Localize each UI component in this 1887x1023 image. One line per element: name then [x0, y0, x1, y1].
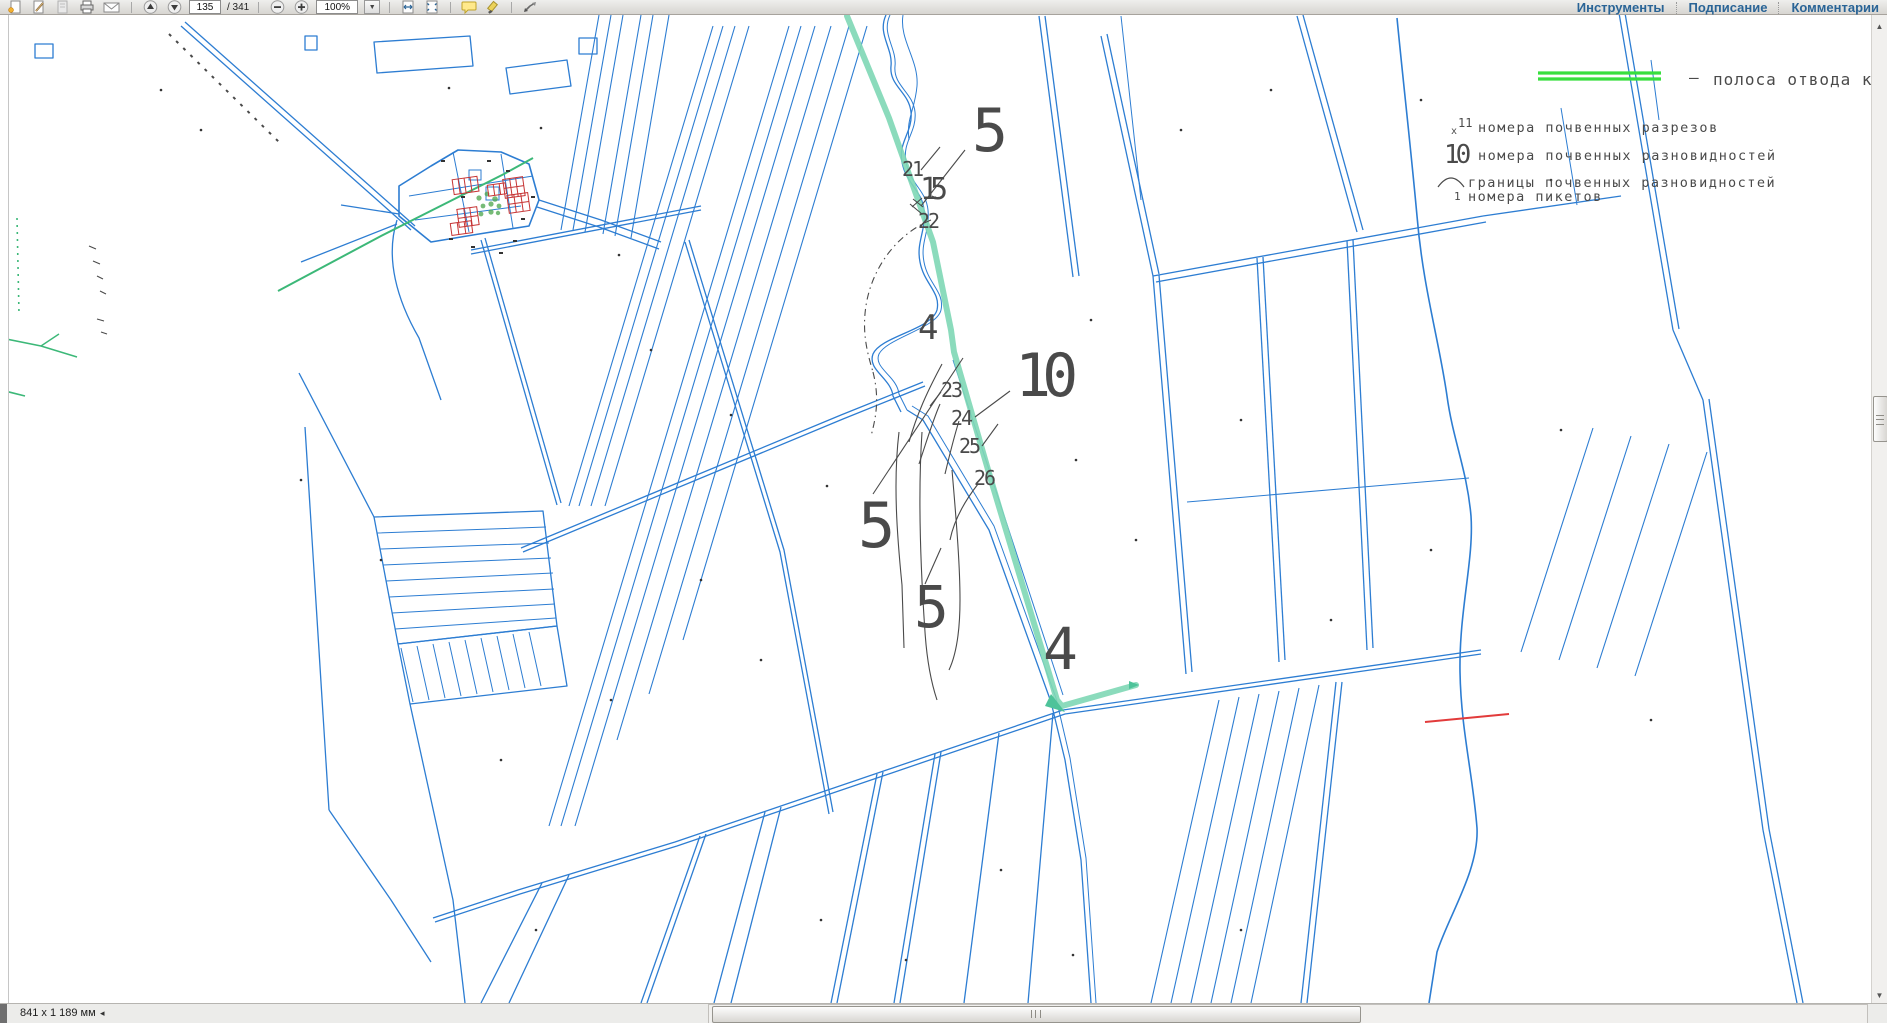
legend-arc-symbol	[1438, 178, 1464, 187]
comment-button[interactable]	[460, 0, 478, 14]
legend-label: полоса отвода ка	[1713, 70, 1872, 89]
legend-variety-marker: 10	[1444, 140, 1470, 170]
zoom-out-button[interactable]	[268, 0, 286, 14]
pdf-viewer-window: / 341 100% ▼	[0, 0, 1887, 1023]
soil-variety-number: 4	[918, 308, 938, 348]
fit-width-button[interactable]	[399, 0, 417, 14]
diagonal-arrows-icon	[522, 0, 538, 14]
scroll-down-button[interactable]: ▼	[1872, 988, 1887, 1004]
scrollbar-corner	[0, 1004, 7, 1023]
page-total-label: / 341	[227, 2, 249, 13]
panel-tab-separator	[1676, 2, 1678, 14]
scroll-up-icon: ▲	[1876, 22, 1884, 31]
legend-label: номера почвенных разновидностей	[1478, 148, 1776, 164]
vertical-scrollbar[interactable]: ▲ ▼	[1871, 15, 1887, 1004]
soil-variety-number: 15	[920, 172, 946, 207]
thumb-grip-icon	[1031, 1010, 1041, 1018]
tab-sign[interactable]: Подписание	[1689, 1, 1768, 15]
legend-cut-marker: 11	[1458, 116, 1472, 130]
soil-variety-number: 5	[858, 489, 895, 562]
sign-document-button[interactable]	[30, 0, 48, 14]
create-pdf-button[interactable]	[6, 0, 24, 14]
legend-cut-marker-x: x	[1451, 126, 1457, 137]
marker-pen-icon	[485, 0, 501, 14]
vertical-scroll-thumb[interactable]	[1873, 396, 1887, 442]
horizontal-scrollbar[interactable]	[708, 1004, 1868, 1023]
toolbar-separator	[450, 2, 451, 13]
zoom-in-button[interactable]	[292, 0, 310, 14]
soil-boundary-lines	[89, 34, 1010, 700]
red-marker-line	[1425, 714, 1509, 722]
horizontal-scroll-thumb[interactable]	[712, 1006, 1361, 1023]
print-button[interactable]	[78, 0, 96, 14]
next-page-button[interactable]	[165, 0, 183, 14]
pencil-page-icon	[31, 0, 47, 14]
screen-mode-button[interactable]	[521, 0, 539, 14]
zoom-level-value[interactable]: 100%	[316, 0, 358, 14]
highlight-button[interactable]	[484, 0, 502, 14]
page-down-icon	[167, 0, 182, 14]
scroll-up-button[interactable]: ▲	[1872, 19, 1887, 35]
legend-label: номера пикетов	[1468, 189, 1603, 205]
create-pdf-icon	[7, 0, 23, 14]
legend-picket-marker: 1	[1454, 190, 1461, 203]
fit-page-button[interactable]	[423, 0, 441, 14]
thumb-grip-icon	[1876, 415, 1884, 425]
picket-number: 22	[918, 209, 939, 233]
save-button[interactable]	[54, 0, 72, 14]
toolbar-separator	[131, 2, 132, 13]
survey-dots	[160, 87, 1653, 962]
toolbar-separator	[258, 2, 259, 13]
zoom-out-icon	[270, 0, 285, 14]
page-size-readout: 841 x 1 189 мм	[20, 1007, 96, 1019]
scroll-left-icon[interactable]: ◂	[100, 1008, 105, 1019]
status-bar: 841 x 1 189 мм ◂	[0, 1003, 1887, 1023]
document-page[interactable]: 5 15 21 22 4 10 23 24 25 26 5 5 4 — поло…	[8, 15, 1871, 1003]
email-button[interactable]	[102, 0, 122, 14]
toolbar-separator	[389, 2, 390, 13]
soil-variety-number: 10	[1015, 341, 1075, 411]
fit-width-icon	[400, 0, 416, 14]
soil-variety-number: 5	[914, 573, 949, 641]
save-icon	[55, 0, 71, 14]
legend-dash: —	[1689, 68, 1699, 87]
legend-green-line-symbol	[1538, 73, 1661, 79]
panel-tab-separator	[1778, 2, 1780, 14]
picket-number: 25	[959, 434, 980, 458]
picket-number: 24	[951, 406, 973, 430]
scroll-down-icon: ▼	[1876, 991, 1884, 1000]
picket-number: 23	[941, 378, 962, 402]
zoom-dropdown-caret[interactable]: ▼	[364, 0, 380, 14]
soil-variety-number: 5	[972, 96, 1008, 166]
toolbar-separator	[511, 2, 512, 13]
comment-bubble-icon	[461, 0, 477, 14]
legend-label: номера почвенных разрезов	[1478, 120, 1719, 136]
soil-variety-number: 4	[1043, 615, 1078, 683]
page-number-input[interactable]	[189, 0, 221, 14]
picket-number: 26	[974, 466, 995, 490]
picket-number: 21	[902, 157, 923, 181]
printer-icon	[79, 0, 95, 14]
map-canvas[interactable]: 5 15 21 22 4 10 23 24 25 26 5 5 4 — поло…	[9, 15, 1872, 1003]
zoom-in-icon	[294, 0, 309, 14]
previous-page-button[interactable]	[141, 0, 159, 14]
tab-comments[interactable]: Комментарии	[1791, 1, 1879, 15]
envelope-icon	[103, 0, 121, 14]
page-up-icon	[143, 0, 158, 14]
right-panel-tabs: Инструменты Подписание Комментарии	[1577, 0, 1879, 15]
fit-page-icon	[424, 0, 440, 14]
tab-tools[interactable]: Инструменты	[1577, 1, 1665, 15]
